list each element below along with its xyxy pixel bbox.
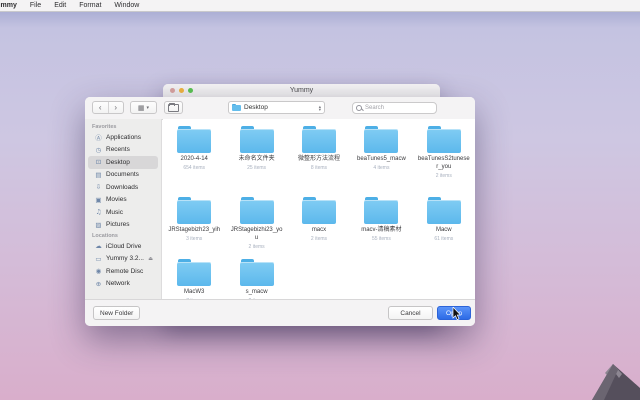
cancel-button[interactable]: Cancel (388, 306, 433, 320)
chevron-down-icon: ▾ (147, 105, 150, 111)
folder-item-beatunes5[interactable]: beaTunes5_macw 4 items (350, 119, 412, 190)
folder-icon (177, 126, 211, 153)
menu-item-format[interactable]: Format (79, 2, 101, 9)
movies-icon: ▣ (95, 196, 102, 204)
favorites-header: Favorites (85, 122, 161, 131)
sidebar-item-desktop[interactable]: ⊡ Desktop (88, 156, 158, 169)
folder-icon (302, 197, 336, 224)
file-grid: 2020-4-14 654 items 未命名文件夹 25 items 微整形方… (163, 119, 475, 300)
folder-icon (427, 126, 461, 153)
folder-icon (177, 197, 211, 224)
eject-icon[interactable]: ⏏ (148, 256, 153, 262)
location-popup-label: Desktop (244, 104, 319, 111)
applications-icon: Ⓐ (95, 132, 102, 142)
search-placeholder: Search (365, 105, 384, 111)
desktop-icon: ⊡ (95, 158, 102, 166)
folder-icon (240, 259, 274, 286)
downloads-icon: ⇩ (95, 183, 102, 191)
icloud-icon: ☁ (95, 242, 102, 250)
menu-item-edit[interactable]: Edit (54, 2, 66, 9)
sidebar-item-pictures[interactable]: ▨ Pictures (88, 219, 158, 232)
folder-icon (364, 197, 398, 224)
folder-item-2020-4-14[interactable]: 2020-4-14 654 items (163, 119, 225, 190)
pictures-icon: ▨ (95, 221, 102, 229)
documents-icon: ▤ (95, 171, 102, 179)
sidebar-item-network[interactable]: ⊕ Network (88, 278, 158, 291)
menu-item-file[interactable]: File (30, 2, 41, 9)
music-icon: ♫ (95, 208, 102, 216)
folder-icon (364, 126, 398, 153)
folder-item-macx[interactable]: macx 2 items (288, 190, 350, 252)
folder-icon (240, 197, 274, 224)
sidebar-item-movies[interactable]: ▣ Movies (88, 194, 158, 207)
close-button[interactable] (170, 88, 175, 93)
popup-stepper-icon: ▴▾ (319, 105, 321, 111)
sidebar-item-remote-disc[interactable]: ◉ Remote Disc (88, 265, 158, 278)
open-dialog: ‹ › ▦ ▾ Desktop ▴▾ Search (85, 97, 475, 326)
sidebar-item-icloud-drive[interactable]: ☁ iCloud Drive (88, 240, 158, 253)
folder-item-macv-assets[interactable]: macv-清稿素材 55 items (350, 190, 412, 252)
folder-mini-icon (232, 104, 241, 111)
remote-disc-icon: ◉ (95, 267, 102, 275)
folder-icon (240, 126, 274, 153)
sidebar-item-applications[interactable]: Ⓐ Applications (88, 131, 158, 144)
view-mode-button[interactable]: ▦ ▾ (130, 101, 157, 114)
dialog-sidebar: Favorites Ⓐ Applications ◷ Recents ⊡ Des… (85, 119, 162, 300)
window-title: Yummy (290, 87, 313, 94)
menu-item-window[interactable]: Window (114, 2, 139, 9)
sidebar-item-documents[interactable]: ▤ Documents (88, 169, 158, 182)
desktop: Yummy File Edit Format Window Yummy ‹ › … (0, 0, 640, 400)
sidebar-item-music[interactable]: ♫ Music (88, 206, 158, 219)
network-icon: ⊕ (95, 280, 102, 288)
locations-header: Locations (85, 231, 161, 240)
location-popup[interactable]: Desktop ▴▾ (228, 101, 325, 114)
dialog-footer: New Folder Cancel Open (85, 299, 475, 326)
mountain-peak (570, 358, 640, 400)
zoom-button[interactable] (188, 88, 193, 93)
search-icon (356, 105, 362, 111)
folder-outline-icon (168, 104, 179, 112)
folder-item-s-macw[interactable]: s_macw 2 items (225, 252, 287, 300)
forward-icon[interactable]: › (108, 102, 124, 113)
folder-item-macw[interactable]: Macw 61 items (413, 190, 475, 252)
folder-item-jrstage-you[interactable]: JRStagebizhi23_you 2 items (225, 190, 287, 252)
search-input[interactable]: Search (352, 102, 437, 114)
traffic-lights (170, 88, 193, 93)
folder-item-macw3[interactable]: MacW3 7 items (163, 252, 225, 300)
folder-icon (427, 197, 461, 224)
folder-icon (302, 126, 336, 153)
window-titlebar[interactable]: Yummy (163, 84, 440, 98)
folder-item-untitled[interactable]: 未命名文件夹 25 items (225, 119, 287, 190)
dialog-toolbar: ‹ › ▦ ▾ Desktop ▴▾ Search (85, 97, 475, 120)
sidebar-item-downloads[interactable]: ⇩ Downloads (88, 181, 158, 194)
menu-bar: Yummy File Edit Format Window (0, 0, 640, 12)
folder-item-beatuness2[interactable]: beaTunesS2tuneser_you 2 items (413, 119, 475, 190)
nav-buttons: ‹ › (92, 101, 124, 114)
disk-icon: ▭ (95, 255, 102, 263)
folder-item-jrstage-yih[interactable]: JRStagebizh23_yih 3 items (163, 190, 225, 252)
recents-icon: ◷ (95, 146, 102, 154)
back-icon[interactable]: ‹ (93, 102, 108, 113)
minimize-button[interactable] (179, 88, 184, 93)
folder-view-button[interactable] (164, 101, 183, 114)
mouse-cursor (452, 307, 462, 321)
folder-item-process[interactable]: 微整形方法流程 8 items (288, 119, 350, 190)
grid-view-icon: ▦ (138, 104, 145, 112)
menu-app-name[interactable]: Yummy (0, 2, 17, 9)
sidebar-item-yummy-disk[interactable]: ▭ Yummy 3.2... ⏏ (88, 253, 158, 266)
folder-icon (177, 259, 211, 286)
sidebar-item-recents[interactable]: ◷ Recents (88, 144, 158, 157)
new-folder-button[interactable]: New Folder (93, 306, 140, 320)
